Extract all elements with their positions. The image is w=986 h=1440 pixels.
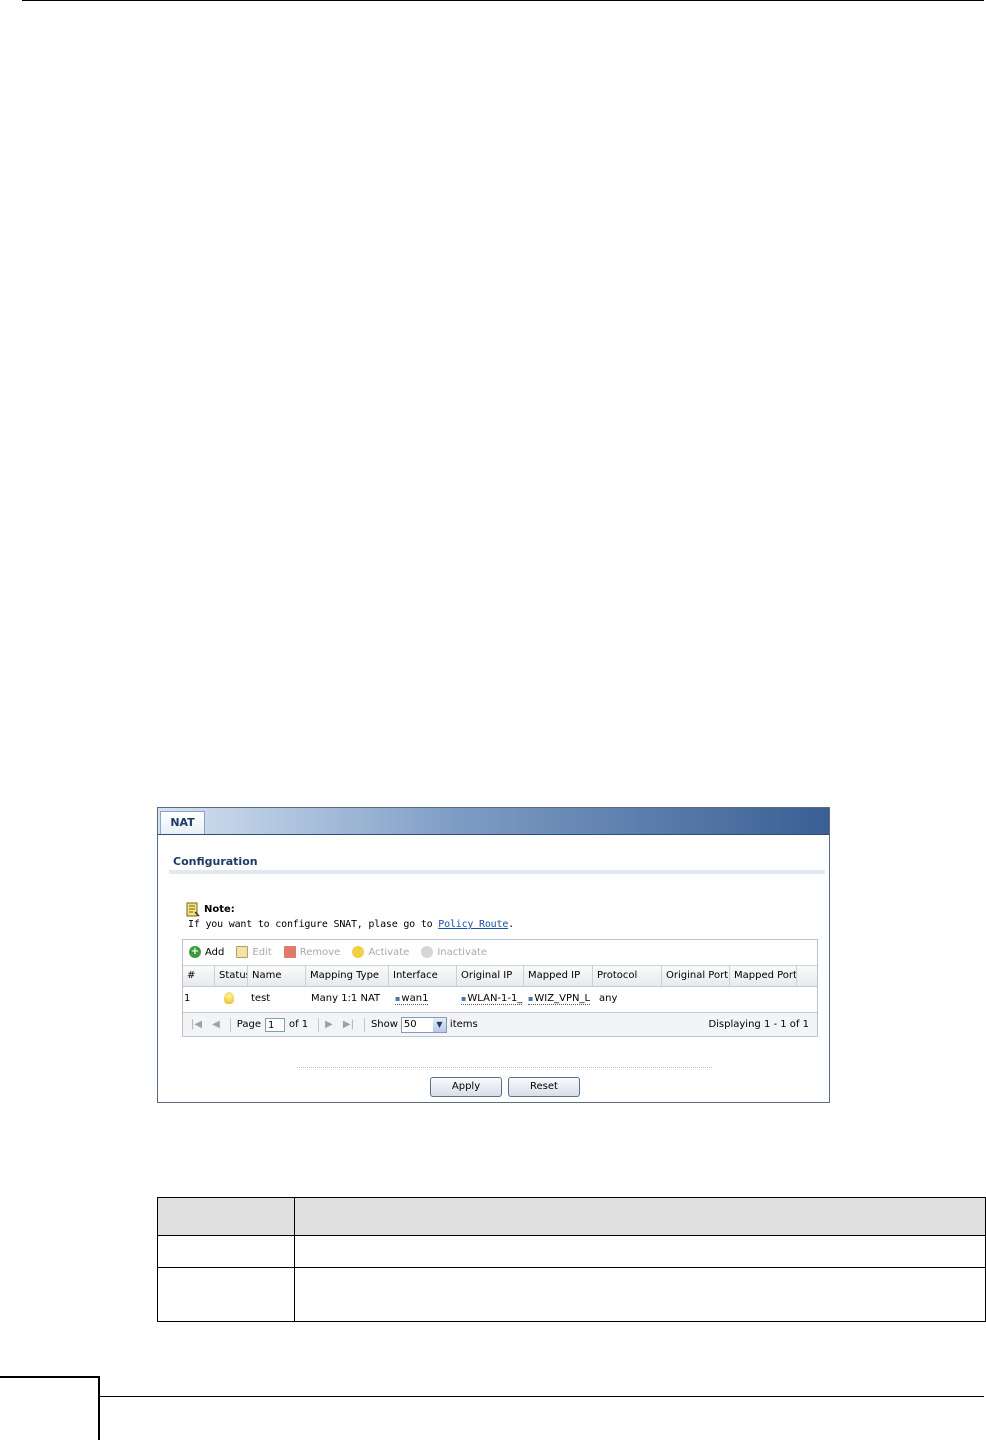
page-size-select[interactable]: 50 ▼ — [400, 1016, 447, 1033]
cell-mapped-ip: WIZ_VPN_L — [524, 988, 593, 1010]
bulb-on-icon — [352, 946, 365, 958]
page-number-input[interactable]: 1 — [264, 1017, 285, 1032]
reset-button[interactable]: Reset — [508, 1077, 580, 1097]
original-ip-link[interactable]: WLAN-1-1_ — [461, 993, 523, 1005]
prev-page-icon[interactable]: ◀ — [212, 1019, 220, 1030]
description-cell — [294, 1235, 986, 1268]
apply-button[interactable]: Apply — [430, 1077, 502, 1097]
tab-bar: NAT — [158, 808, 829, 835]
remove-label: Remove — [299, 946, 341, 958]
trash-icon — [283, 946, 296, 958]
description-table — [157, 1197, 986, 1322]
edit-button[interactable]: Edit — [236, 946, 272, 958]
inactivate-button[interactable]: Inactivate — [421, 946, 487, 958]
column-header-mapped-port[interactable]: Mapped Port — [730, 966, 797, 986]
cell-status — [215, 988, 248, 1010]
pager-divider — [363, 1017, 365, 1032]
column-header-name[interactable]: Name — [248, 966, 306, 986]
cell-mapping-type: Many 1:1 NAT — [311, 993, 381, 1004]
show-label: Show — [370, 1019, 398, 1030]
page-label: Page — [236, 1019, 261, 1030]
column-header-filler — [797, 966, 817, 986]
first-page-icon[interactable]: |◀ — [191, 1019, 202, 1030]
label-column-header — [157, 1197, 295, 1236]
note-text-body: If you want to configure SNAT, plase go … — [188, 919, 439, 930]
table-row — [157, 1267, 986, 1322]
note-text: If you want to configure SNAT, plase go … — [188, 919, 514, 930]
page-count-label: of 1 — [288, 1019, 309, 1030]
button-divider — [297, 1067, 712, 1068]
section-title: Configuration — [173, 855, 258, 868]
next-page-icon[interactable]: ▶ — [325, 1019, 333, 1030]
chevron-down-icon: ▼ — [432, 1017, 446, 1032]
add-icon: + — [189, 946, 201, 958]
mapped-ip-link[interactable]: WIZ_VPN_L — [528, 993, 591, 1005]
nat-rule-grid: + Add Edit Remove Activate Inactivate # — [182, 939, 818, 1037]
section-divider — [169, 870, 825, 874]
items-label: items — [449, 1019, 478, 1030]
column-header-mapped-ip[interactable]: Mapped IP — [524, 966, 593, 986]
note-title: Note: — [204, 904, 235, 915]
edit-icon — [236, 946, 249, 958]
note-text-end: . — [508, 919, 514, 930]
column-header-protocol[interactable]: Protocol — [593, 966, 662, 986]
cell-protocol: any — [599, 993, 618, 1004]
remove-button[interactable]: Remove — [283, 946, 341, 958]
edit-label: Edit — [252, 946, 272, 958]
column-header-original-ip[interactable]: Original IP — [457, 966, 524, 986]
table-row[interactable]: 1 test Many 1:1 NAT wan1 WLAN-1-1_ WIZ_V… — [183, 988, 817, 1010]
cell-original-port — [662, 988, 730, 1010]
interface-link[interactable]: wan1 — [395, 993, 429, 1005]
table-row — [157, 1235, 986, 1268]
label-cell — [157, 1235, 295, 1268]
note-icon — [186, 902, 200, 917]
grid-toolbar: + Add Edit Remove Activate Inactivate — [183, 940, 817, 964]
activate-button[interactable]: Activate — [352, 946, 409, 958]
page-number-box — [0, 1376, 100, 1440]
add-label: Add — [205, 946, 225, 958]
cell-name: test — [251, 993, 271, 1004]
cell-number: 1 — [184, 993, 191, 1004]
column-header-number[interactable]: # — [183, 966, 215, 986]
last-page-icon[interactable]: ▶| — [343, 1019, 354, 1030]
policy-route-link[interactable]: Policy Route — [438, 919, 508, 930]
pagination-bar: |◀ ◀ Page 1 of 1 ▶ ▶| Show 50 ▼ items Dis… — [183, 1012, 817, 1036]
column-header-status[interactable]: Status — [215, 966, 248, 986]
table-header: # Status Name Mapping Type Interface Ori… — [183, 965, 817, 987]
pager-divider — [318, 1017, 320, 1032]
add-button[interactable]: + Add — [189, 946, 224, 958]
column-header-mapping-type[interactable]: Mapping Type — [306, 966, 389, 986]
description-table-header — [157, 1197, 986, 1236]
description-cell — [294, 1267, 986, 1322]
cell-original-ip: WLAN-1-1_ — [457, 988, 524, 1010]
bulb-icon — [224, 992, 234, 1004]
pager-divider — [229, 1017, 231, 1032]
tab-nat[interactable]: NAT — [160, 811, 205, 834]
display-count: Displaying 1 - 1 of 1 — [708, 1019, 809, 1030]
description-column-header — [294, 1197, 986, 1236]
label-cell — [157, 1267, 295, 1322]
activate-label: Activate — [368, 946, 410, 958]
inactivate-label: Inactivate — [437, 946, 488, 958]
nat-screen: NAT Configuration Note: If you want to c… — [157, 807, 830, 1103]
page-size-value: 50 — [403, 1018, 417, 1030]
header-rule — [22, 0, 984, 1]
footer-rule — [100, 1396, 984, 1397]
bulb-off-icon — [421, 946, 434, 958]
cell-mapped-port — [730, 988, 797, 1010]
column-header-interface[interactable]: Interface — [389, 966, 457, 986]
column-header-original-port[interactable]: Original Port — [662, 966, 730, 986]
cell-interface: wan1 — [389, 988, 457, 1010]
